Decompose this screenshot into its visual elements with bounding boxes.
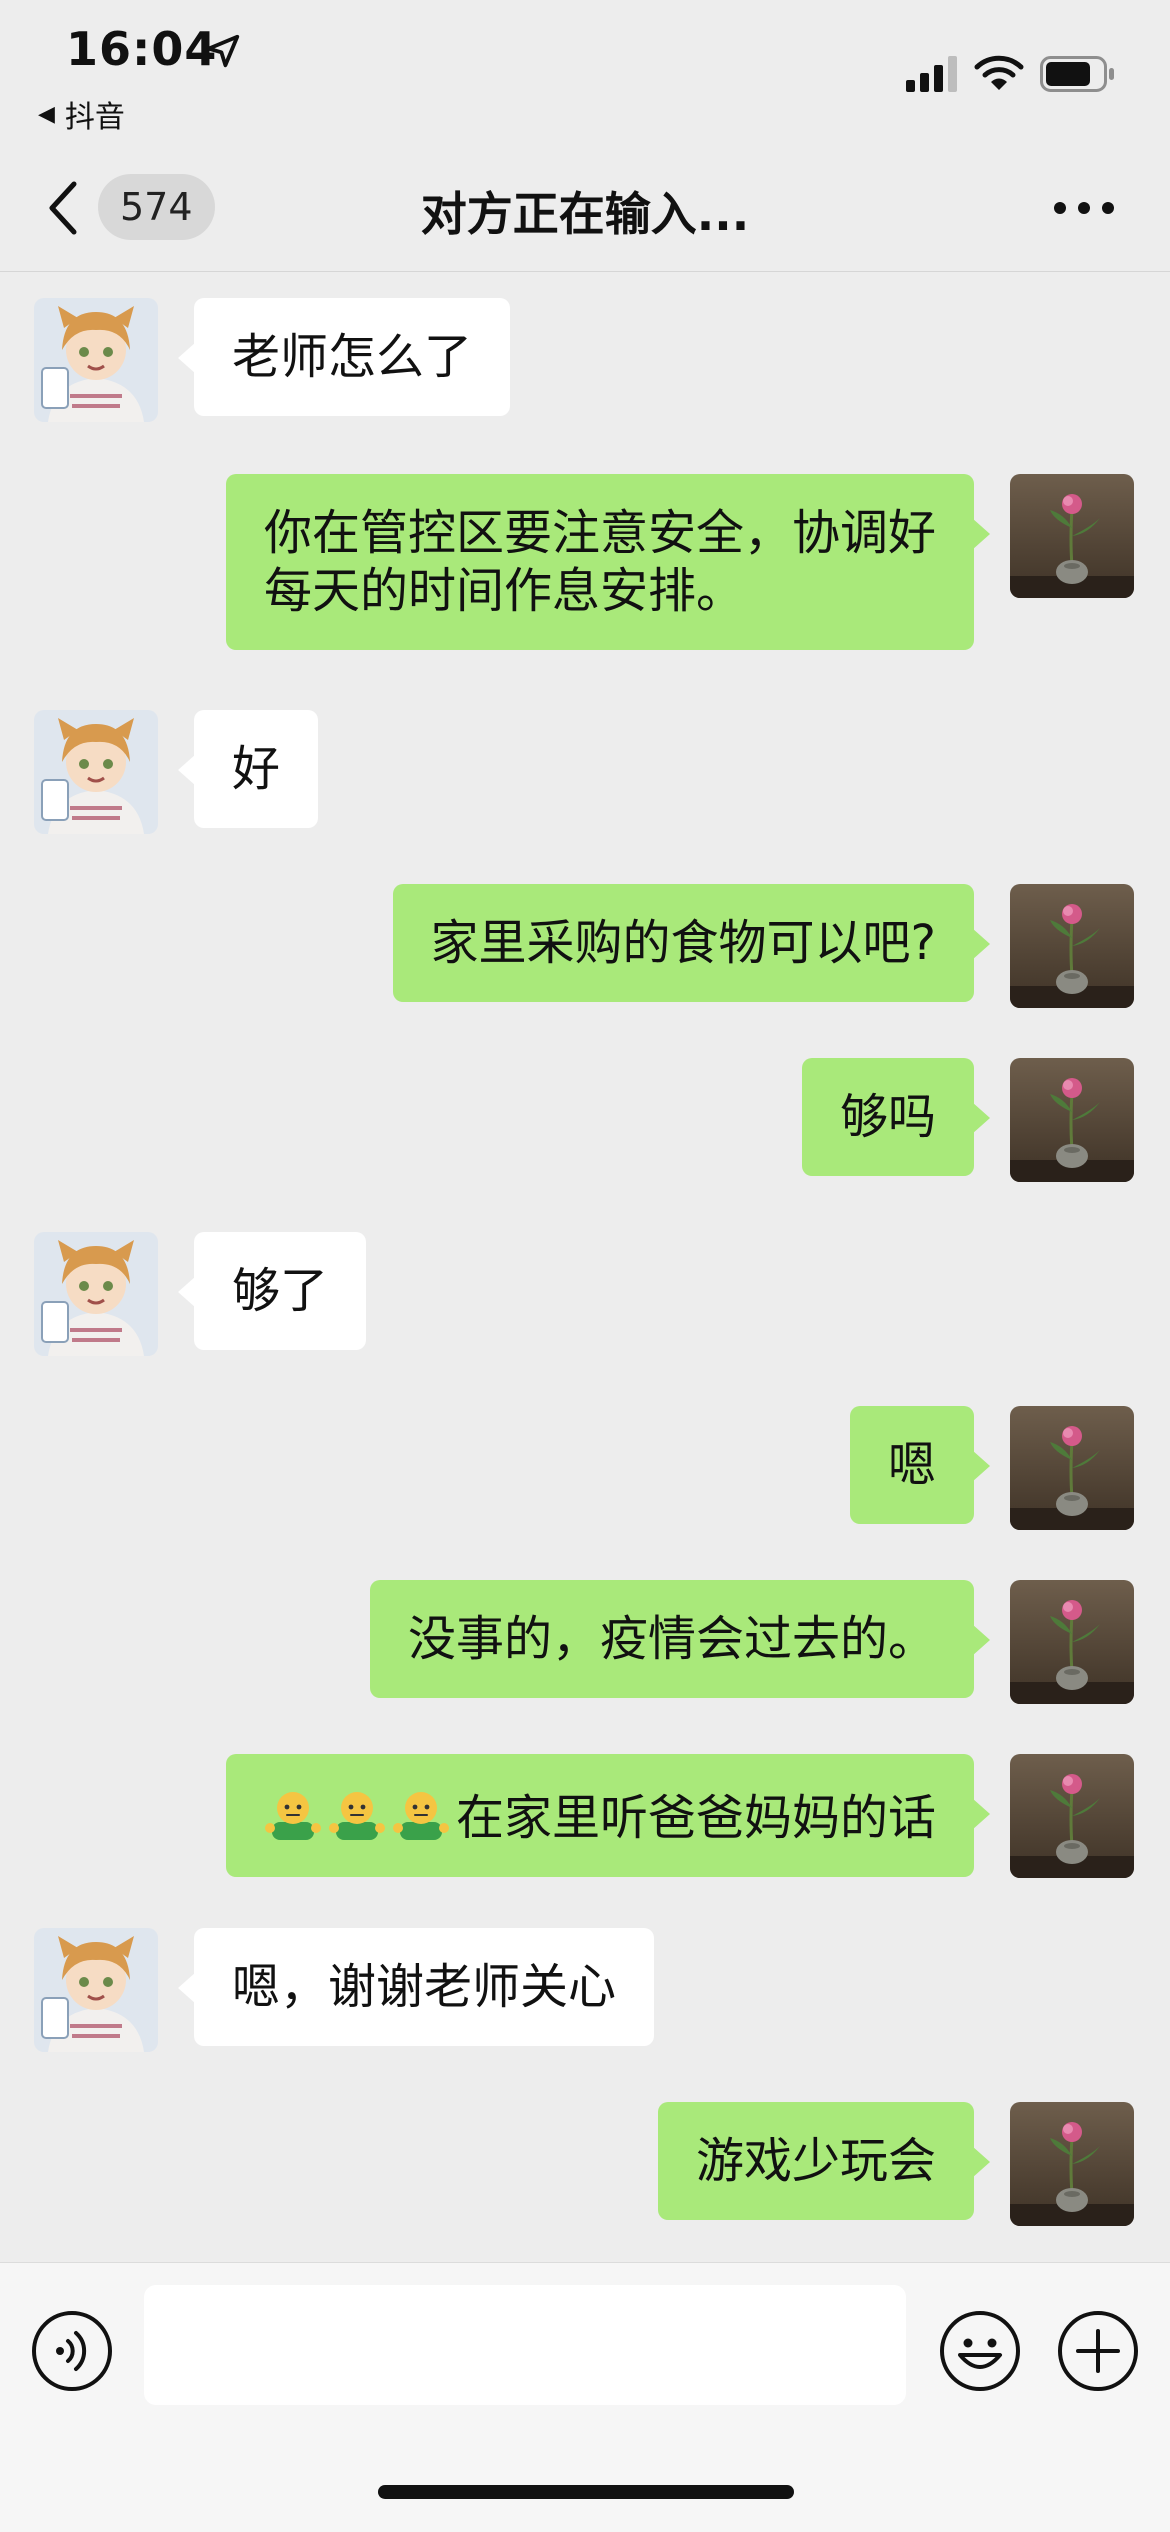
signal-icon (906, 56, 957, 92)
message-text: 嗯，谢谢老师关心 (232, 1959, 617, 2015)
input-bar (0, 2262, 1170, 2532)
message-list[interactable]: 老师怎么了 你在管控区要注意安全，协调好 每天的时间作息安排。 好 家里采购的食… (0, 272, 1170, 2262)
chat-header: 574 对方正在输入... (0, 140, 1170, 272)
status-time: 16:04 (66, 22, 218, 76)
message-text: 够吗 (839, 1089, 936, 1145)
message-text: 够了 (232, 1263, 329, 1319)
message-bubble-sent[interactable]: 家里采购的食物可以吧? (392, 884, 991, 1002)
message-text: 没事的，疫情会过去的。 (407, 1611, 936, 1667)
message-text: 家里采购的食物可以吧? (430, 915, 936, 971)
message-text: 嗯 (887, 1437, 936, 1493)
back-to-app-link[interactable]: ◀ 抖音 (38, 92, 125, 136)
message-row: 好 (0, 710, 1170, 834)
message-row: 家里采购的食物可以吧? (0, 884, 1170, 1008)
message-content: 在家里听爸爸妈妈的话 (263, 1784, 936, 1847)
voice-icon[interactable] (30, 2309, 114, 2393)
message-text: 老师怎么了 (232, 329, 473, 385)
message-bubble-received[interactable]: 好 (177, 710, 319, 828)
back-triangle-icon: ◀ (38, 101, 55, 127)
message-row: 够吗 (0, 1058, 1170, 1182)
wifi-icon (974, 55, 1024, 90)
message-text: 在家里听爸爸妈妈的话 (455, 1790, 936, 1846)
message-text: 每天的时间作息安排。 (263, 563, 744, 619)
message-row: 在家里听爸爸妈妈的话 (0, 1754, 1170, 1878)
my-avatar[interactable] (1010, 1754, 1134, 1878)
message-text: 游戏少玩会 (695, 2133, 936, 2189)
message-row: 老师怎么了 (0, 298, 1170, 422)
contact-avatar[interactable] (34, 710, 158, 834)
chat-title: 对方正在输入... (420, 187, 750, 241)
my-avatar[interactable] (1010, 1580, 1134, 1704)
message-bubble-sent[interactable]: 够吗 (801, 1058, 991, 1176)
home-indicator[interactable] (378, 2485, 794, 2499)
shrugging-emoji-icon (391, 1791, 450, 1841)
message-row: 够了 (0, 1232, 1170, 1356)
message-row: 你在管控区要注意安全，协调好 每天的时间作息安排。 (0, 474, 1170, 658)
contact-avatar[interactable] (34, 1232, 158, 1356)
battery-icon (1040, 56, 1114, 92)
contact-avatar[interactable] (34, 1928, 158, 2052)
message-text: 好 (232, 741, 281, 797)
my-avatar[interactable] (1010, 1058, 1134, 1182)
message-bubble-sent[interactable]: 你在管控区要注意安全，协调好 每天的时间作息安排。 (225, 474, 991, 650)
shrugging-emoji-icon (327, 1791, 386, 1841)
message-bubble-received[interactable]: 老师怎么了 (177, 298, 511, 416)
my-avatar[interactable] (1010, 884, 1134, 1008)
back-app-label: 抖音 (64, 100, 125, 135)
my-avatar[interactable] (1010, 474, 1134, 598)
message-input[interactable] (144, 2285, 906, 2405)
location-arrow-icon (206, 34, 240, 68)
message-row: 嗯，谢谢老师关心 (0, 1928, 1170, 2052)
message-row: 没事的，疫情会过去的。 (0, 1580, 1170, 1704)
plus-icon[interactable] (1056, 2309, 1140, 2393)
message-bubble-received[interactable]: 嗯，谢谢老师关心 (177, 1928, 655, 2046)
shrugging-emoji-icon (263, 1791, 322, 1841)
message-bubble-sent[interactable]: 没事的，疫情会过去的。 (369, 1580, 991, 1698)
message-bubble-sent[interactable]: 游戏少玩会 (657, 2102, 991, 2220)
more-icon[interactable] (1052, 196, 1116, 220)
contact-avatar[interactable] (34, 298, 158, 422)
message-text: 你在管控区要注意安全，协调好 (263, 505, 936, 561)
status-bar: 16:04 ◀ 抖音 (0, 0, 1170, 140)
message-bubble-sent[interactable]: 在家里听爸爸妈妈的话 (225, 1754, 991, 1877)
message-bubble-received[interactable]: 够了 (177, 1232, 367, 1350)
message-bubble-sent[interactable]: 嗯 (849, 1406, 991, 1524)
message-row: 嗯 (0, 1406, 1170, 1530)
message-row: 游戏少玩会 (0, 2102, 1170, 2226)
my-avatar[interactable] (1010, 2102, 1134, 2226)
my-avatar[interactable] (1010, 1406, 1134, 1530)
emoji-icon[interactable] (938, 2309, 1022, 2393)
